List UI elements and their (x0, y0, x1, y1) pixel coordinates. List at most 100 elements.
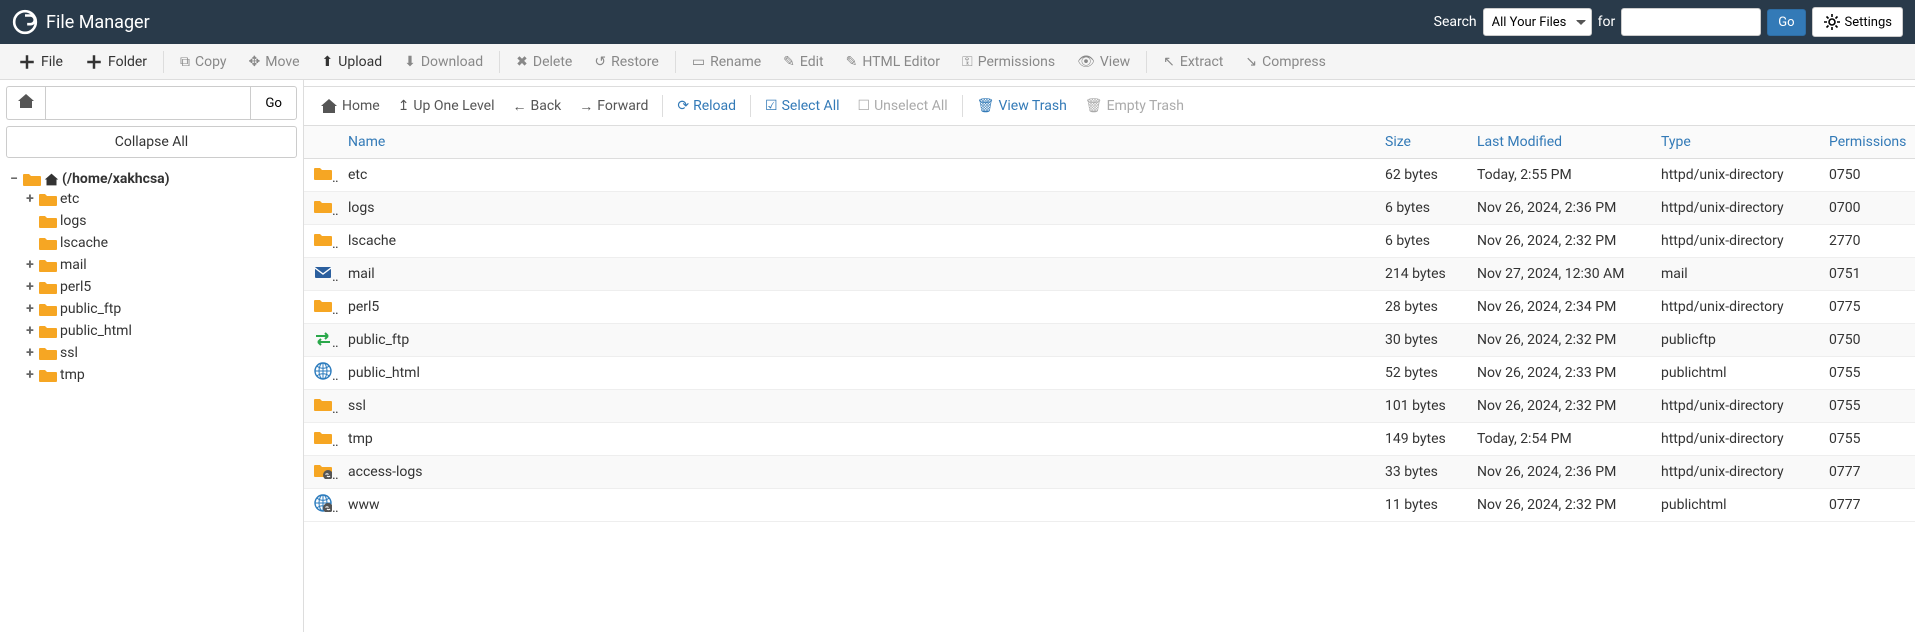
column-type[interactable]: Type (1651, 126, 1819, 159)
table-row[interactable]: etc62 bytesToday, 2:55 PMhttpd/unix-dire… (304, 159, 1915, 192)
table-row[interactable]: www11 bytesNov 26, 2024, 2:32 PMpublicht… (304, 489, 1915, 522)
nav-home-button[interactable]: Home (312, 91, 388, 121)
tree-item[interactable]: +public_html (24, 322, 295, 340)
forward-button[interactable]: →Forward (571, 92, 656, 121)
tree-item[interactable]: lscache (24, 234, 295, 252)
expand-icon[interactable] (24, 235, 36, 251)
app-title: File Manager (46, 12, 150, 33)
up-one-level-button[interactable]: ↥Up One Level (390, 92, 503, 120)
table-row[interactable]: tmp149 bytesToday, 2:54 PMhttpd/unix-dir… (304, 423, 1915, 456)
folder-icon (39, 212, 57, 230)
folder-button[interactable]: Folder (75, 47, 157, 77)
tree-item[interactable]: +etc (24, 190, 295, 208)
cell-modified: Nov 26, 2024, 2:32 PM (1467, 390, 1651, 423)
edit-button[interactable]: ✎Edit (773, 48, 833, 76)
path-home-button[interactable] (6, 86, 45, 120)
upload-button[interactable]: ⬆Upload (312, 48, 393, 76)
copy-button[interactable]: ⧉Copy (170, 48, 237, 76)
folder-icon (314, 395, 332, 413)
column-size[interactable]: Size (1375, 126, 1467, 159)
expand-icon[interactable]: + (24, 367, 36, 383)
cell-name: etc (338, 159, 1375, 192)
cell-size: 52 bytes (1375, 357, 1467, 390)
move-button[interactable]: ✥Move (239, 48, 310, 76)
select-all-button[interactable]: ☑Select All (757, 92, 847, 120)
column-name[interactable]: Name (338, 126, 1375, 159)
back-button[interactable]: ←Back (505, 92, 570, 121)
table-row[interactable]: public_ftp30 bytesNov 26, 2024, 2:32 PMp… (304, 324, 1915, 357)
folder-icon (314, 197, 332, 215)
cell-modified: Today, 2:55 PM (1467, 159, 1651, 192)
home-icon (17, 92, 35, 110)
tree-item[interactable]: +mail (24, 256, 295, 274)
home-icon (44, 172, 59, 187)
file-button[interactable]: File (8, 47, 73, 77)
tree-root[interactable]: − (/home/xakhcsa) (8, 170, 295, 188)
tree-item[interactable]: +public_ftp (24, 300, 295, 318)
search-input[interactable] (1621, 8, 1761, 36)
empty-trash-button[interactable]: 🗑Empty Trash (1077, 92, 1192, 120)
expand-icon[interactable]: + (24, 257, 36, 273)
table-row[interactable]: public_html52 bytesNov 26, 2024, 2:33 PM… (304, 357, 1915, 390)
download-icon: ⬇ (404, 54, 416, 70)
collapse-all-button[interactable]: Collapse All (6, 126, 297, 158)
table-row[interactable]: access-logs33 bytesNov 26, 2024, 2:36 PM… (304, 456, 1915, 489)
for-label: for (1598, 14, 1616, 30)
download-button[interactable]: ⬇Download (394, 48, 493, 76)
unselect-all-button[interactable]: ☐Unselect All (850, 92, 956, 120)
table-row[interactable]: lscache6 bytesNov 26, 2024, 2:32 PMhttpd… (304, 225, 1915, 258)
gear-icon (1823, 13, 1841, 31)
cell-name: ssl (338, 390, 1375, 423)
extract-button[interactable]: ↖Extract (1153, 48, 1233, 76)
sidebar: Go Collapse All − (/home/xakhcsa) +etc l… (0, 80, 303, 632)
expand-icon[interactable] (24, 213, 36, 229)
tree-item[interactable]: + perl5 (24, 278, 295, 296)
reload-button[interactable]: ⟳Reload (669, 92, 744, 120)
tree-root-label: (/home/xakhcsa) (62, 171, 170, 187)
compress-button[interactable]: ↘Compress (1235, 48, 1335, 76)
tree-item[interactable]: logs (24, 212, 295, 230)
html-editor-button[interactable]: ✎HTML Editor (836, 48, 950, 76)
delete-button[interactable]: ✖Delete (506, 48, 582, 76)
rename-icon: ▭ (692, 54, 705, 70)
rename-button[interactable]: ▭Rename (682, 48, 771, 76)
cell-type: publichtml (1651, 357, 1819, 390)
cpanel-icon (12, 9, 38, 35)
cell-permissions: 0775 (1819, 291, 1915, 324)
expand-icon[interactable]: + (24, 279, 36, 295)
view-trash-button[interactable]: 🗑View Trash (969, 92, 1075, 120)
table-row[interactable]: perl528 bytesNov 26, 2024, 2:34 PMhttpd/… (304, 291, 1915, 324)
cell-type: publichtml (1651, 489, 1819, 522)
cell-permissions: 0755 (1819, 423, 1915, 456)
search-scope-select[interactable]: All Your Files (1483, 8, 1592, 36)
search-go-button[interactable]: Go (1767, 9, 1805, 36)
home-icon (320, 97, 338, 115)
path-go-button[interactable]: Go (250, 86, 297, 120)
column-icon[interactable] (304, 126, 338, 159)
folder-icon (39, 256, 57, 274)
cell-modified: Nov 26, 2024, 2:32 PM (1467, 489, 1651, 522)
table-row[interactable]: mail214 bytesNov 27, 2024, 12:30 AMmail0… (304, 258, 1915, 291)
restore-button[interactable]: ↺Restore (584, 48, 668, 76)
settings-button[interactable]: Settings (1812, 7, 1903, 37)
cell-type: httpd/unix-directory (1651, 192, 1819, 225)
permissions-button[interactable]: ⚿Permissions (952, 48, 1065, 76)
cell-modified: Nov 27, 2024, 12:30 AM (1467, 258, 1651, 291)
view-button[interactable]: 👁View (1067, 48, 1140, 76)
table-row[interactable]: logs6 bytesNov 26, 2024, 2:36 PMhttpd/un… (304, 192, 1915, 225)
tree-item-label: perl5 (60, 279, 91, 295)
expand-icon[interactable]: + (24, 301, 36, 317)
table-row[interactable]: ssl101 bytesNov 26, 2024, 2:32 PMhttpd/u… (304, 390, 1915, 423)
globe-link-icon (314, 494, 332, 512)
expand-icon[interactable]: + (24, 323, 36, 339)
expand-icon[interactable]: + (24, 191, 36, 207)
tree-item[interactable]: +tmp (24, 366, 295, 384)
column-modified[interactable]: Last Modified (1467, 126, 1651, 159)
path-input[interactable] (45, 86, 250, 120)
column-permissions[interactable]: Permissions (1819, 126, 1915, 159)
expand-icon[interactable]: + (24, 345, 36, 361)
collapse-icon[interactable]: − (8, 171, 20, 187)
check-icon: ☑ (765, 98, 778, 114)
tree-item[interactable]: +ssl (24, 344, 295, 362)
plus-icon (18, 53, 36, 71)
